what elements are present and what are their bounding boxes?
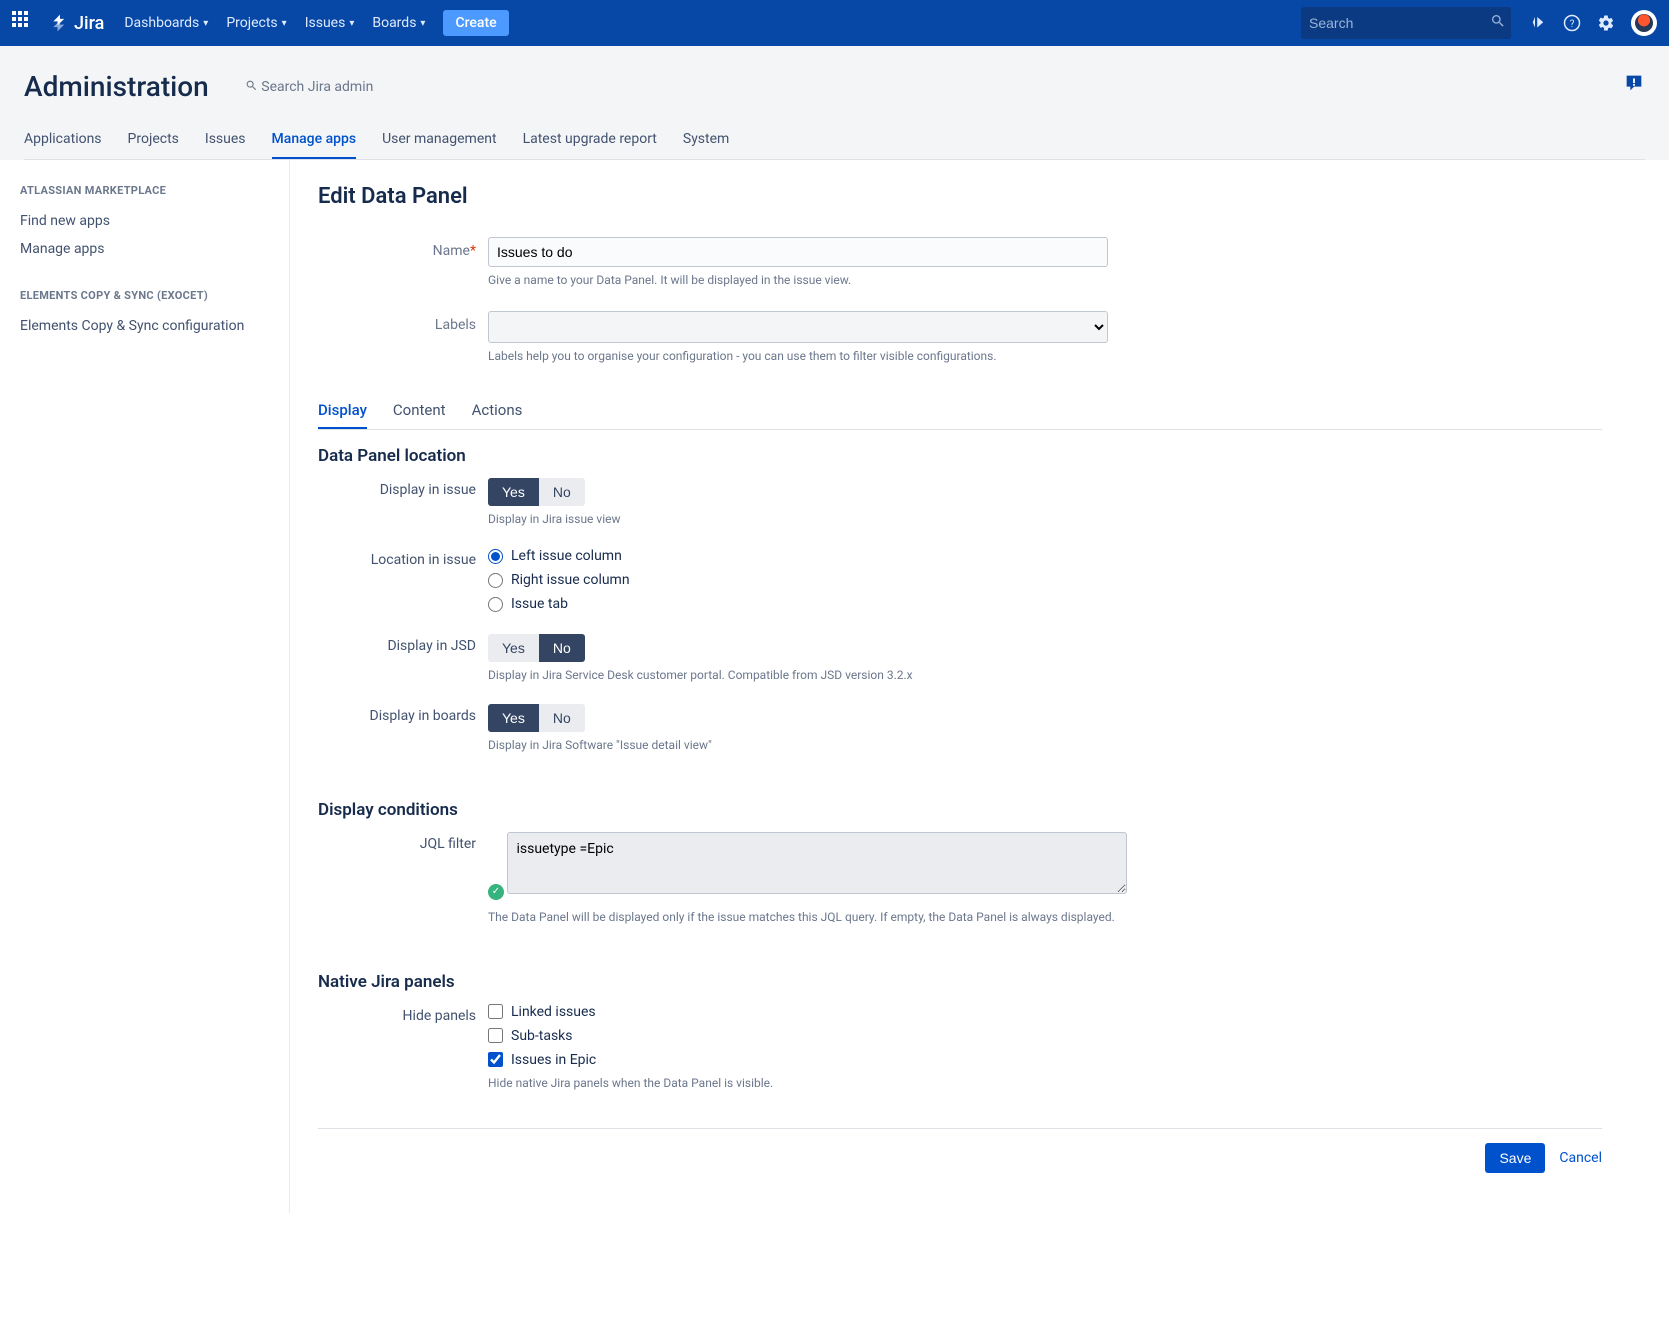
sidebar-section-marketplace: ATLASSIAN MARKETPLACE: [20, 184, 269, 197]
admin-header: Administration Search Jira admin Applica…: [0, 46, 1669, 160]
hide-help: Hide native Jira panels when the Data Pa…: [488, 1076, 1602, 1090]
checkbox-subtasks[interactable]: [488, 1028, 503, 1043]
save-button[interactable]: Save: [1485, 1143, 1545, 1173]
radio-issue-tab[interactable]: [488, 597, 503, 612]
footer-actions: Save Cancel: [318, 1128, 1602, 1173]
display-in-issue-label: Display in issue: [318, 478, 488, 544]
jira-icon: [50, 13, 70, 33]
admin-title: Administration: [24, 70, 209, 103]
checkbox-linked-label[interactable]: Linked issues: [511, 1004, 596, 1020]
nav-boards[interactable]: Boards▾: [372, 15, 425, 31]
global-search[interactable]: [1301, 7, 1511, 39]
feedback-icon[interactable]: [1529, 14, 1547, 32]
location-in-issue-label: Location in issue: [318, 548, 488, 630]
nav-dashboards[interactable]: Dashboards▾: [124, 15, 208, 31]
sidebar-manage-apps[interactable]: Manage apps: [20, 235, 269, 263]
app-switcher-icon[interactable]: [12, 11, 36, 35]
give-feedback-icon[interactable]: [1623, 72, 1645, 98]
display-in-boards-help: Display in Jira Software "Issue detail v…: [488, 738, 1602, 752]
subtab-actions[interactable]: Actions: [472, 401, 523, 429]
display-in-boards-toggle: Yes No: [488, 704, 585, 732]
topbar: Jira Dashboards▾ Projects▾ Issues▾ Board…: [0, 0, 1669, 46]
create-button[interactable]: Create: [443, 10, 508, 36]
sidebar-section-exocet: ELEMENTS COPY & SYNC (EXOCET): [20, 289, 269, 302]
display-in-jsd-label: Display in JSD: [318, 634, 488, 700]
tab-system[interactable]: System: [683, 131, 729, 159]
display-in-jsd-toggle: Yes No: [488, 634, 585, 662]
search-icon: [245, 79, 258, 92]
checkbox-epic-label[interactable]: Issues in Epic: [511, 1052, 596, 1068]
page-title: Edit Data Panel: [318, 184, 1602, 209]
hide-panels-label: Hide panels: [318, 1004, 488, 1108]
user-avatar[interactable]: [1631, 10, 1657, 36]
name-label: Name*: [318, 237, 488, 259]
native-heading: Native Jira panels: [318, 972, 1602, 992]
display-in-jsd-yes[interactable]: Yes: [488, 634, 539, 662]
content: Edit Data Panel Name* Give a name to you…: [290, 160, 1630, 1213]
chevron-down-icon: ▾: [203, 18, 208, 29]
radio-left-label[interactable]: Left issue column: [511, 548, 622, 564]
sub-tabs: Display Content Actions: [318, 401, 1602, 430]
tab-manage-apps[interactable]: Manage apps: [272, 131, 357, 159]
tab-projects[interactable]: Projects: [128, 131, 179, 159]
help-icon[interactable]: ?: [1563, 14, 1581, 32]
checkbox-subtasks-label[interactable]: Sub-tasks: [511, 1028, 573, 1044]
labels-help: Labels help you to organise your configu…: [488, 349, 1108, 363]
settings-icon[interactable]: [1597, 14, 1615, 32]
tab-applications[interactable]: Applications: [24, 131, 102, 159]
labels-select[interactable]: [488, 311, 1108, 343]
admin-tabs: Applications Projects Issues Manage apps…: [24, 131, 1645, 160]
display-in-jsd-no[interactable]: No: [539, 634, 585, 662]
svg-text:?: ?: [1570, 19, 1575, 30]
display-in-boards-yes[interactable]: Yes: [488, 704, 539, 732]
display-in-issue-toggle: Yes No: [488, 478, 585, 506]
radio-tab-label[interactable]: Issue tab: [511, 596, 568, 612]
labels-label: Labels: [318, 311, 488, 333]
radio-right-column[interactable]: [488, 573, 503, 588]
name-input[interactable]: [488, 237, 1108, 267]
display-in-boards-no[interactable]: No: [539, 704, 585, 732]
jql-textarea[interactable]: [507, 832, 1127, 894]
valid-check-icon: ✓: [488, 884, 504, 900]
display-in-issue-no[interactable]: No: [539, 478, 585, 506]
tab-user-management[interactable]: User management: [382, 131, 496, 159]
checkbox-linked-issues[interactable]: [488, 1004, 503, 1019]
display-in-issue-help: Display in Jira issue view: [488, 512, 1602, 526]
chevron-down-icon: ▾: [420, 18, 425, 29]
checkbox-issues-in-epic[interactable]: [488, 1052, 503, 1067]
subtab-content[interactable]: Content: [393, 401, 446, 429]
location-heading: Data Panel location: [318, 446, 1602, 466]
nav-issues[interactable]: Issues▾: [305, 15, 355, 31]
chevron-down-icon: ▾: [282, 18, 287, 29]
nav-projects[interactable]: Projects▾: [226, 15, 286, 31]
chevron-down-icon: ▾: [349, 18, 354, 29]
admin-search[interactable]: Search Jira admin: [245, 79, 374, 95]
tab-latest-upgrade[interactable]: Latest upgrade report: [523, 131, 657, 159]
search-icon[interactable]: [1490, 13, 1506, 33]
jql-label: JQL filter: [318, 832, 488, 942]
sidebar-find-new-apps[interactable]: Find new apps: [20, 207, 269, 235]
search-input[interactable]: [1309, 15, 1490, 31]
display-in-jsd-help: Display in Jira Service Desk customer po…: [488, 668, 1602, 682]
name-help: Give a name to your Data Panel. It will …: [488, 273, 1108, 287]
subtab-display[interactable]: Display: [318, 401, 367, 429]
cancel-link[interactable]: Cancel: [1559, 1150, 1602, 1166]
radio-left-column[interactable]: [488, 549, 503, 564]
tab-issues[interactable]: Issues: [205, 131, 246, 159]
jira-logo[interactable]: Jira: [50, 13, 104, 34]
radio-right-label[interactable]: Right issue column: [511, 572, 630, 588]
sidebar: ATLASSIAN MARKETPLACE Find new apps Mana…: [0, 160, 290, 1213]
conditions-heading: Display conditions: [318, 800, 1602, 820]
jql-help: The Data Panel will be displayed only if…: [488, 910, 1602, 924]
sidebar-exocet-config[interactable]: Elements Copy & Sync configuration: [20, 312, 269, 340]
display-in-issue-yes[interactable]: Yes: [488, 478, 539, 506]
display-in-boards-label: Display in boards: [318, 704, 488, 770]
